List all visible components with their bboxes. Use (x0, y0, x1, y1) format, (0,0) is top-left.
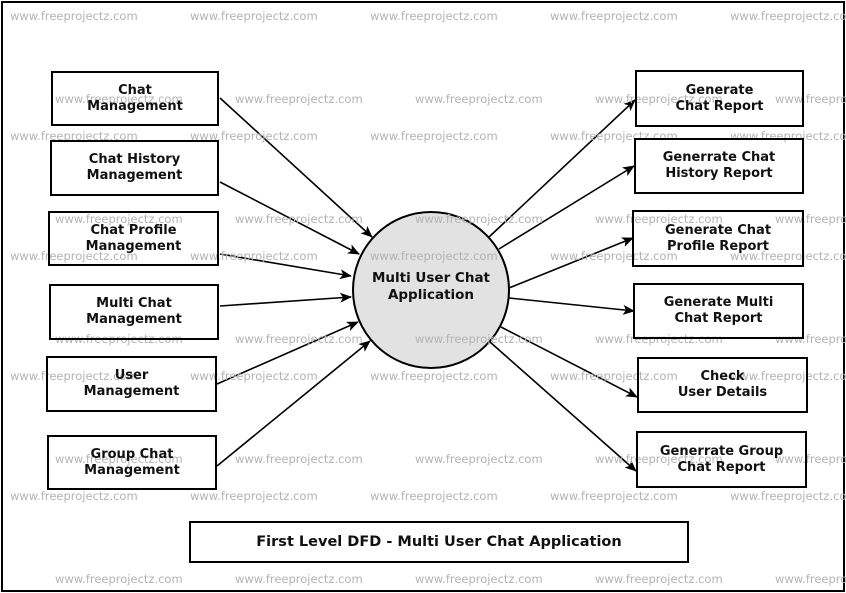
entity-generate-multi-chat-report: Generate Multi Chat Report (633, 283, 804, 339)
flow-chat-profile-management-arrow (219, 253, 352, 280)
entity-chat-management: Chat Management (51, 71, 219, 126)
flow-generrate-chat-history-report-arrow (498, 165, 635, 250)
entity-generate-chat-profile-report: Generate Chat Profile Report (632, 210, 804, 267)
central-process-label: Multi User Chat Application (371, 270, 491, 303)
entity-multi-chat-management: Multi Chat Management (49, 284, 219, 340)
entity-generate-chat-report: Generate Chat Report (635, 70, 804, 127)
flow-group-chat-management-arrow (216, 340, 371, 467)
entity-group-chat-management: Group Chat Management (47, 435, 217, 490)
entity-chat-profile-management: Chat Profile Management (48, 211, 219, 266)
entity-user-management: User Management (46, 356, 217, 412)
entity-chat-history-management: Chat History Management (50, 140, 219, 196)
flow-generate-chat-report-arrow (488, 99, 636, 238)
flow-multi-chat-management-arrow (219, 292, 352, 307)
flow-generate-multi-chat-report-arrow (508, 297, 635, 315)
flow-generate-chat-profile-report-arrow (508, 237, 634, 289)
flow-chat-management-arrow (219, 97, 373, 238)
diagram-title: First Level DFD - Multi User Chat Applic… (189, 521, 689, 563)
entity-generrate-group-chat-report: Generrate Group Chat Report (636, 431, 807, 488)
entity-check-user-details: Check User Details (637, 357, 808, 413)
flow-chat-history-management-arrow (219, 181, 360, 255)
flow-generrate-group-chat-report-arrow (489, 341, 637, 472)
flow-user-management-arrow (216, 321, 359, 385)
entity-generrate-chat-history-report: Generrate Chat History Report (634, 138, 804, 194)
flow-check-user-details-arrow (500, 326, 638, 398)
